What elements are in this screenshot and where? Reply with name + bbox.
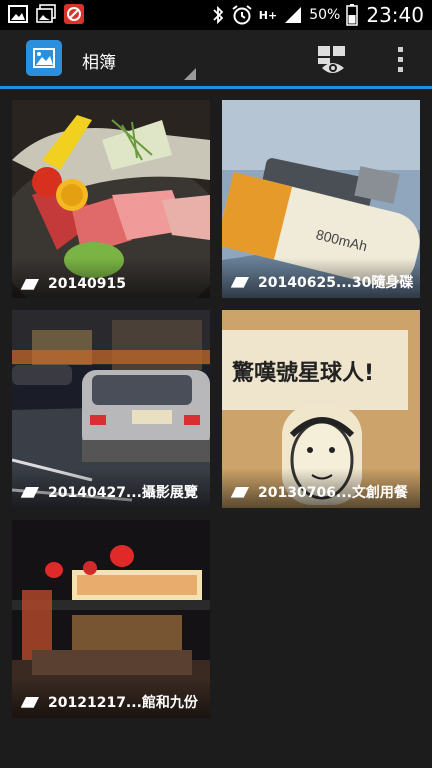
album-tile[interactable]: 20140427...攝影展覽 — [12, 310, 210, 508]
battery-icon — [346, 4, 359, 26]
battery-percent: 50% — [309, 7, 341, 23]
slideshow-button[interactable] — [316, 44, 348, 76]
overflow-menu-icon — [397, 46, 403, 52]
album-caption: 20140915 — [20, 276, 126, 292]
gallery-notification-icon — [36, 4, 56, 23]
album-label: 20130706...文創用餐 — [258, 485, 408, 501]
svg-text:驚嘆號星球人!: 驚嘆號星球人! — [232, 360, 374, 386]
status-bar: H+ 50% 23:40 — [0, 0, 432, 30]
album-caption: 20130706...文創用餐 — [230, 482, 408, 502]
album-tile[interactable]: 20140915 — [12, 100, 210, 298]
gallery-app-icon[interactable] — [26, 40, 62, 76]
action-bar: 相簿 — [0, 30, 432, 89]
album-label: 20140427...攝影展覽 — [48, 485, 198, 501]
slideshow-icon — [318, 46, 345, 73]
overflow-menu-button[interactable] — [390, 42, 410, 76]
view-spinner[interactable]: 相簿 — [80, 30, 200, 86]
spinner-indicator-icon — [184, 68, 196, 80]
album-icon — [21, 279, 39, 290]
album-icon — [231, 487, 249, 498]
overflow-dot — [397, 66, 403, 72]
album-tile[interactable]: 驚嘆號星球人! 20130706...文創用餐 — [222, 310, 420, 508]
image-notification-icon — [8, 5, 28, 23]
clock: 23:40 — [366, 3, 424, 27]
alarm-icon — [232, 5, 252, 25]
album-icon — [21, 487, 39, 498]
gallery-icon — [33, 48, 55, 68]
app-notification-icon — [64, 4, 84, 24]
overflow-dot — [397, 56, 403, 62]
bluetooth-icon — [213, 5, 224, 25]
album-label: 20140915 — [48, 276, 126, 292]
album-tile[interactable]: 800mAh 20140625...30隨身碟 — [222, 100, 420, 298]
album-tile[interactable]: 20121217...館和九份 — [12, 520, 210, 718]
signal-icon — [285, 7, 302, 23]
album-icon — [231, 277, 249, 288]
album-caption: 20140625...30隨身碟 — [230, 272, 413, 292]
album-label: 20140625...30隨身碟 — [258, 275, 414, 291]
album-icon — [21, 697, 39, 708]
album-label: 20121217...館和九份 — [48, 695, 198, 711]
view-title: 相簿 — [82, 53, 116, 73]
album-caption: 20140427...攝影展覽 — [20, 482, 198, 502]
network-type: H+ — [258, 8, 278, 22]
album-caption: 20121217...館和九份 — [20, 692, 198, 712]
